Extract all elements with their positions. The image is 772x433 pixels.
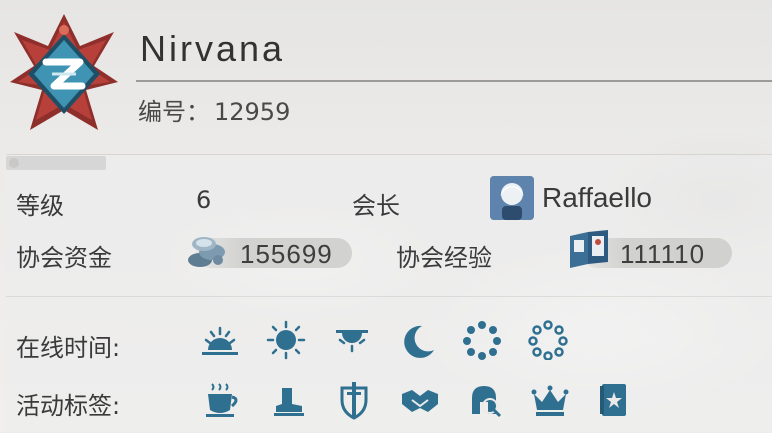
coffee-cup-icon (206, 383, 238, 417)
spartan-helmet-icon (472, 386, 502, 418)
dotted-circle-icon (463, 321, 501, 360)
section-divider (6, 296, 772, 297)
guild-id-value: 12959 (214, 98, 291, 126)
exp-value: 111110 (620, 239, 706, 269)
guild-name: Nirvana (140, 28, 286, 69)
sunset-icon (336, 330, 368, 353)
coins-icon (188, 237, 225, 267)
hollow-dotted-circle-icon (528, 320, 568, 360)
guild-emblem-icon (10, 14, 118, 130)
funds-value: 155699 (240, 239, 333, 269)
book-icon (570, 230, 608, 268)
card-book-icon (600, 384, 626, 416)
guild-header: Nirvana 编号： 12959 (0, 0, 772, 150)
leader-name[interactable]: Raffaello (542, 182, 652, 214)
level-label: 等级 (16, 192, 64, 220)
header-divider (136, 80, 772, 82)
crown-icon (531, 385, 569, 416)
exp-label: 协会经验 (396, 244, 492, 272)
funds-label: 协会资金 (16, 244, 112, 272)
panel-tag (6, 156, 106, 170)
moon-icon (404, 325, 434, 358)
panel-tag-icon (9, 158, 19, 168)
leader-label: 会长 (352, 192, 400, 220)
online-time-label: 在线时间: (16, 334, 121, 362)
guild-id-label: 编号： (138, 98, 210, 126)
sunrise-icon (202, 326, 238, 355)
activity-tags-label: 活动标签: (16, 392, 121, 420)
sun-icon (266, 320, 306, 360)
leader-avatar[interactable] (490, 176, 534, 220)
handshake-icon (402, 390, 438, 412)
avatar-portrait-icon (490, 176, 534, 220)
boot-icon (274, 388, 304, 416)
guild-id: 编号： 12959 (138, 92, 290, 127)
level-value: 6 (196, 186, 212, 214)
shield-sword-icon (340, 382, 368, 420)
